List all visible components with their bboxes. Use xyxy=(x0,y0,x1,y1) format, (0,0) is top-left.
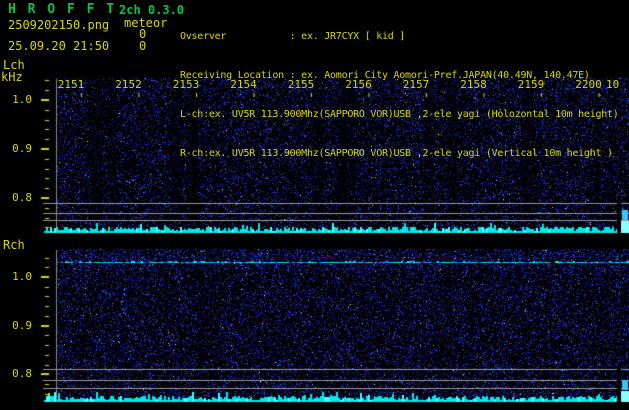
time-tick-label: 2156 xyxy=(345,78,372,91)
time-tick-label: 2155 xyxy=(287,78,315,91)
hrofft-screen: H R O F F T 2ch 0.3.0 2509202150.png met… xyxy=(0,0,629,410)
freq-tick-label: 1.0 xyxy=(12,93,32,106)
time-tick-label: 2200 xyxy=(575,78,602,91)
time-tick-label-partial: 10 xyxy=(606,78,620,91)
freq-tick-label: 1.0 xyxy=(12,270,32,283)
freq-tick-label: 0.8 xyxy=(12,191,32,204)
freq-tick-label: 0.8 xyxy=(12,367,32,380)
time-tick-label: 2152 xyxy=(115,78,142,91)
meteor-count-r: 0 xyxy=(139,39,147,53)
freq-tick-label: 0.9 xyxy=(12,142,32,155)
freq-tick-label: 0.9 xyxy=(12,319,32,332)
observer-line: Ovserver : ex. JR7CYX [ kid ] xyxy=(180,31,406,42)
time-tick-label: 2151 xyxy=(57,78,85,91)
datetime-label: 25.09.20 21:50 xyxy=(8,39,110,53)
output-filename: 2509202150.png xyxy=(8,18,110,32)
rch-panel-label: Rch xyxy=(3,238,25,252)
observer-info: Ovserver : ex. JR7CYX [ kid ] Receiving … xyxy=(180,4,619,186)
app-title: H R O F F T xyxy=(8,2,117,17)
time-tick-label: 2154 xyxy=(230,78,257,91)
time-tick-label: 2158 xyxy=(460,78,487,91)
time-tick-label: 2157 xyxy=(402,78,430,91)
lch-rx-line: L-ch:ex. UV5R 113.900Mhz(SAPPORO VOR)USB… xyxy=(180,109,619,120)
rch-rx-line: R-ch:ex. UV5R 113.900Mhz(SAPPORO VOR)USB… xyxy=(180,148,613,159)
khz-unit-label: kHz xyxy=(1,70,23,84)
time-tick-label: 2159 xyxy=(517,78,545,91)
app-version: 2ch 0.3.0 xyxy=(119,3,185,17)
time-tick-label: 2153 xyxy=(172,78,200,91)
